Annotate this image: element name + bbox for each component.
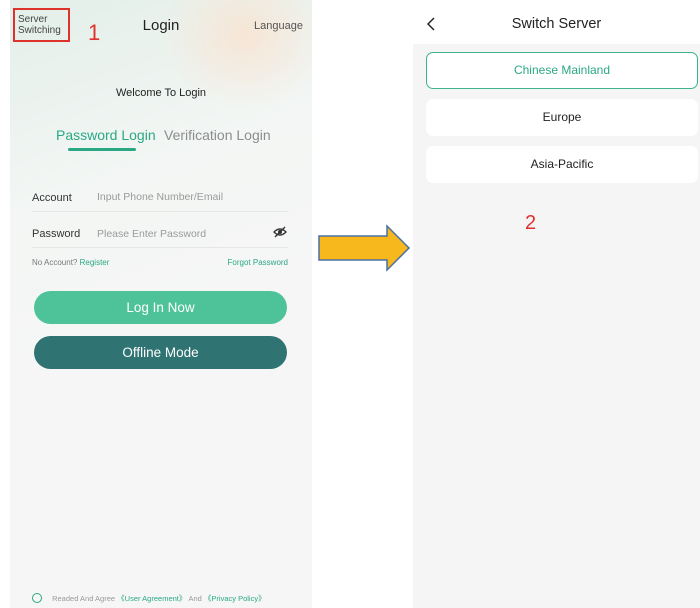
server-option-europe[interactable]: Europe bbox=[426, 99, 698, 136]
no-account-line: No Account? Register bbox=[32, 258, 109, 267]
forgot-password-link[interactable]: Forgot Password bbox=[228, 258, 288, 267]
page-title: Switch Server bbox=[511, 16, 602, 32]
tab-verification-login[interactable]: Verification Login bbox=[164, 127, 271, 143]
password-label: Password bbox=[32, 228, 81, 240]
and-text: And bbox=[188, 594, 202, 603]
right-arrow bbox=[318, 224, 411, 272]
agreement-line: Readed And Agree 《User Agreement》 And 《P… bbox=[32, 593, 266, 604]
active-tab-indicator bbox=[68, 148, 136, 151]
privacy-policy-link[interactable]: 《Privacy Policy》 bbox=[204, 594, 266, 603]
agree-radio[interactable] bbox=[32, 593, 42, 603]
account-label: Account bbox=[32, 192, 72, 204]
language-button[interactable]: Language bbox=[254, 20, 303, 32]
switch-server-screen: Switch Server Chinese Mainland Europe As… bbox=[413, 0, 700, 608]
annotation-step-2: 2 bbox=[525, 212, 537, 234]
offline-mode-button[interactable]: Offline Mode bbox=[34, 336, 287, 369]
server-option-asia-pacific[interactable]: Asia-Pacific bbox=[426, 146, 698, 183]
register-link[interactable]: Register bbox=[80, 258, 110, 267]
account-input[interactable]: Input Phone Number/Email bbox=[97, 191, 223, 203]
server-option-chinese-mainland[interactable]: Chinese Mainland bbox=[426, 52, 698, 89]
account-divider bbox=[32, 211, 288, 212]
no-account-text: No Account? bbox=[32, 258, 78, 267]
agree-text: Readed And Agree bbox=[52, 594, 116, 603]
welcome-text: Welcome To Login bbox=[115, 87, 207, 99]
tab-password-login[interactable]: Password Login bbox=[56, 127, 156, 143]
eye-hidden-icon[interactable] bbox=[273, 226, 287, 238]
user-agreement-link[interactable]: 《User Agreement》 bbox=[117, 594, 186, 603]
password-input[interactable]: Please Enter Password bbox=[97, 228, 206, 240]
login-screen: Server Switching 1 Login Language Welcom… bbox=[10, 0, 312, 608]
password-divider bbox=[32, 247, 288, 248]
log-in-now-button[interactable]: Log In Now bbox=[34, 291, 287, 324]
